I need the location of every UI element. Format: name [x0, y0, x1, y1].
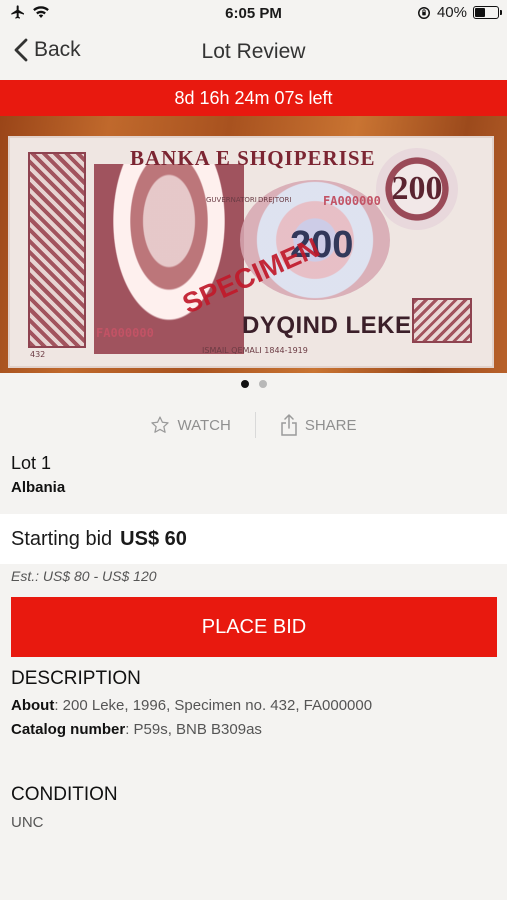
banknote-signature-left: GUVERNATORI: [206, 196, 257, 204]
back-button[interactable]: Back: [14, 38, 81, 62]
status-right-icons: 40%: [417, 4, 502, 21]
starting-bid-value: US$ 60: [120, 527, 187, 550]
lot-image-carousel[interactable]: BANKA E SHQIPERISE 200 200 GUVERNATORI D…: [0, 116, 507, 373]
star-icon: [151, 416, 170, 433]
back-label: Back: [34, 38, 81, 61]
banknote-portrait-caption: ISMAIL QEMALI 1844-1919: [202, 346, 308, 355]
starting-bid-row: Starting bid US$ 60: [0, 514, 507, 564]
watch-button[interactable]: WATCH: [126, 415, 254, 435]
banknote-specimen-number: 432: [30, 350, 46, 359]
banknote-signature-right: DREJTORI: [258, 196, 292, 204]
banknote-denomination-words: DYQIND LEKE: [242, 312, 412, 339]
banknote-right-ornament: [412, 298, 472, 343]
description-catalog: Catalog number: P59s, BNB B309as: [11, 721, 262, 738]
starting-bid-label: Starting bid: [11, 527, 113, 550]
place-bid-button[interactable]: PLACE BID: [11, 597, 497, 657]
carousel-page-indicator[interactable]: [0, 380, 507, 388]
share-icon: [281, 414, 297, 436]
lot-number: Lot 1: [11, 453, 52, 473]
battery-percent: 40%: [436, 4, 467, 21]
watch-label: WATCH: [177, 416, 231, 434]
catalog-value: : P59s, BNB B309as: [125, 721, 262, 738]
navigation-bar: Back Lot Review: [0, 28, 507, 78]
share-button[interactable]: SHARE: [256, 414, 381, 436]
description-heading: DESCRIPTION: [11, 668, 141, 689]
banknote-value-medallion: 200: [376, 148, 458, 230]
lot-country: Albania: [11, 479, 66, 496]
about-label: About: [11, 697, 55, 714]
banknote-left-ornament: [28, 152, 86, 348]
countdown-timer-banner: 8d 16h 24m 07s left: [0, 80, 507, 116]
battery-level: [475, 8, 485, 17]
banknote-serial-bottom: FA000000: [96, 326, 154, 340]
catalog-label: Catalog number: [11, 721, 126, 738]
description-about: About: 200 Leke, 1996, Specimen no. 432,…: [11, 697, 372, 714]
estimate-text: Est.: US$ 80 - US$ 120: [11, 568, 157, 584]
orientation-lock-icon: [417, 6, 430, 19]
about-value: : 200 Leke, 1996, Specimen no. 432, FA00…: [54, 697, 373, 714]
battery-icon: [473, 6, 502, 19]
share-label: SHARE: [304, 416, 357, 434]
carousel-dot-1[interactable]: [240, 380, 249, 388]
carousel-dot-2[interactable]: [258, 380, 267, 388]
status-bar: 6:05 PM 40%: [0, 0, 507, 28]
lot-actions: WATCH SHARE: [0, 408, 507, 442]
condition-heading: CONDITION: [11, 784, 118, 805]
banknote-serial-top: FA000000: [323, 194, 381, 208]
condition-value: UNC: [11, 814, 44, 831]
banknote-issuer-text: BANKA E SHQIPERISE: [130, 146, 376, 170]
chevron-left-icon: [14, 38, 28, 62]
banknote-image[interactable]: BANKA E SHQIPERISE 200 200 GUVERNATORI D…: [8, 136, 494, 368]
